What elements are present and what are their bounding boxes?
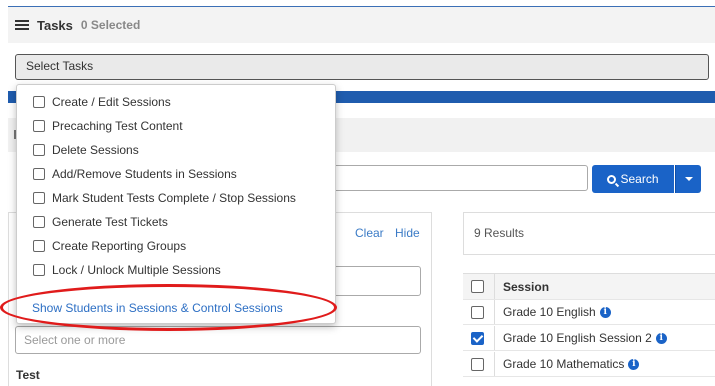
filter-input[interactable] <box>336 266 421 296</box>
table-row[interactable]: Grade 10 Mathematics i <box>463 352 715 377</box>
results-count: 9 Results <box>463 212 715 255</box>
menu-item-checkbox[interactable] <box>33 143 45 156</box>
menu-item-checkbox[interactable] <box>33 239 45 252</box>
row-checkbox[interactable] <box>471 357 484 371</box>
test-filter-label: Test <box>16 368 40 382</box>
menu-item-label: Lock / Unlock Multiple Sessions <box>52 262 221 277</box>
info-icon[interactable]: i <box>655 332 667 344</box>
tasks-selected-count: 0 Selected <box>80 18 141 32</box>
column-header-session[interactable]: Session <box>503 280 549 294</box>
sessions-table: Session Grade 10 English i Grade 10 Engl… <box>463 273 715 386</box>
menu-item-create-edit-sessions[interactable]: Create / Edit Sessions <box>17 90 335 113</box>
menu-item-label: Delete Sessions <box>52 142 139 157</box>
row-checkbox[interactable] <box>471 305 484 319</box>
menu-item-reporting-groups[interactable]: Create Reporting Groups <box>17 234 335 257</box>
info-icon[interactable]: i <box>599 306 611 318</box>
tasks-dropdown-menu: Create / Edit Sessions Precaching Test C… <box>16 84 336 324</box>
search-icon <box>607 174 617 184</box>
menu-item-checkbox[interactable] <box>33 215 45 228</box>
menu-item-label: Mark Student Tests Complete / Stop Sessi… <box>52 190 296 205</box>
session-name: Grade 10 Mathematics <box>503 357 625 371</box>
clear-link[interactable]: Clear <box>355 226 384 240</box>
search-button[interactable]: Search <box>592 165 674 193</box>
search-input[interactable] <box>300 165 588 191</box>
menu-item-checkbox[interactable] <box>33 119 45 132</box>
menu-item-label: Create / Edit Sessions <box>52 94 171 109</box>
table-row[interactable]: Grade 10 English i <box>463 300 715 325</box>
menu-item-precaching[interactable]: Precaching Test Content <box>17 114 335 137</box>
search-options-caret[interactable] <box>675 165 701 193</box>
search-button-label: Search <box>620 172 659 186</box>
hide-link[interactable]: Hide <box>395 226 420 240</box>
table-header-row: Session <box>463 274 715 300</box>
menu-item-checkbox[interactable] <box>33 263 45 276</box>
select-all-checkbox[interactable] <box>471 280 484 293</box>
menu-item-generate-tickets[interactable]: Generate Test Tickets <box>17 210 335 233</box>
tasks-header: Tasks 0 Selected <box>8 7 715 43</box>
tasks-title: Tasks <box>37 17 73 33</box>
row-checkbox-checked[interactable] <box>471 331 484 345</box>
menu-item-checkbox[interactable] <box>33 167 45 180</box>
select-tasks-dropdown[interactable]: Select Tasks <box>15 54 709 80</box>
menu-item-label: Add/Remove Students in Sessions <box>52 166 237 181</box>
table-row[interactable]: Grade 10 English Session 2 i <box>463 326 715 351</box>
menu-item-label: Generate Test Tickets <box>52 214 168 229</box>
info-icon[interactable]: i <box>628 358 640 370</box>
list-icon <box>15 19 29 31</box>
session-name: Grade 10 English <box>503 305 596 319</box>
menu-item-checkbox[interactable] <box>33 191 45 204</box>
session-name: Grade 10 English Session 2 <box>503 331 652 345</box>
menu-item-checkbox[interactable] <box>33 95 45 108</box>
menu-item-add-remove-students[interactable]: Add/Remove Students in Sessions <box>17 162 335 185</box>
multi-select-input[interactable]: Select one or more <box>15 326 421 354</box>
menu-item-label: Precaching Test Content <box>52 118 183 133</box>
menu-item-delete-sessions[interactable]: Delete Sessions <box>17 138 335 161</box>
menu-item-mark-complete[interactable]: Mark Student Tests Complete / Stop Sessi… <box>17 186 335 209</box>
menu-item-label: Create Reporting Groups <box>52 238 187 253</box>
menu-item-lock-unlock[interactable]: Lock / Unlock Multiple Sessions <box>17 258 335 281</box>
show-students-link[interactable]: Show Students in Sessions & Control Sess… <box>32 301 283 315</box>
